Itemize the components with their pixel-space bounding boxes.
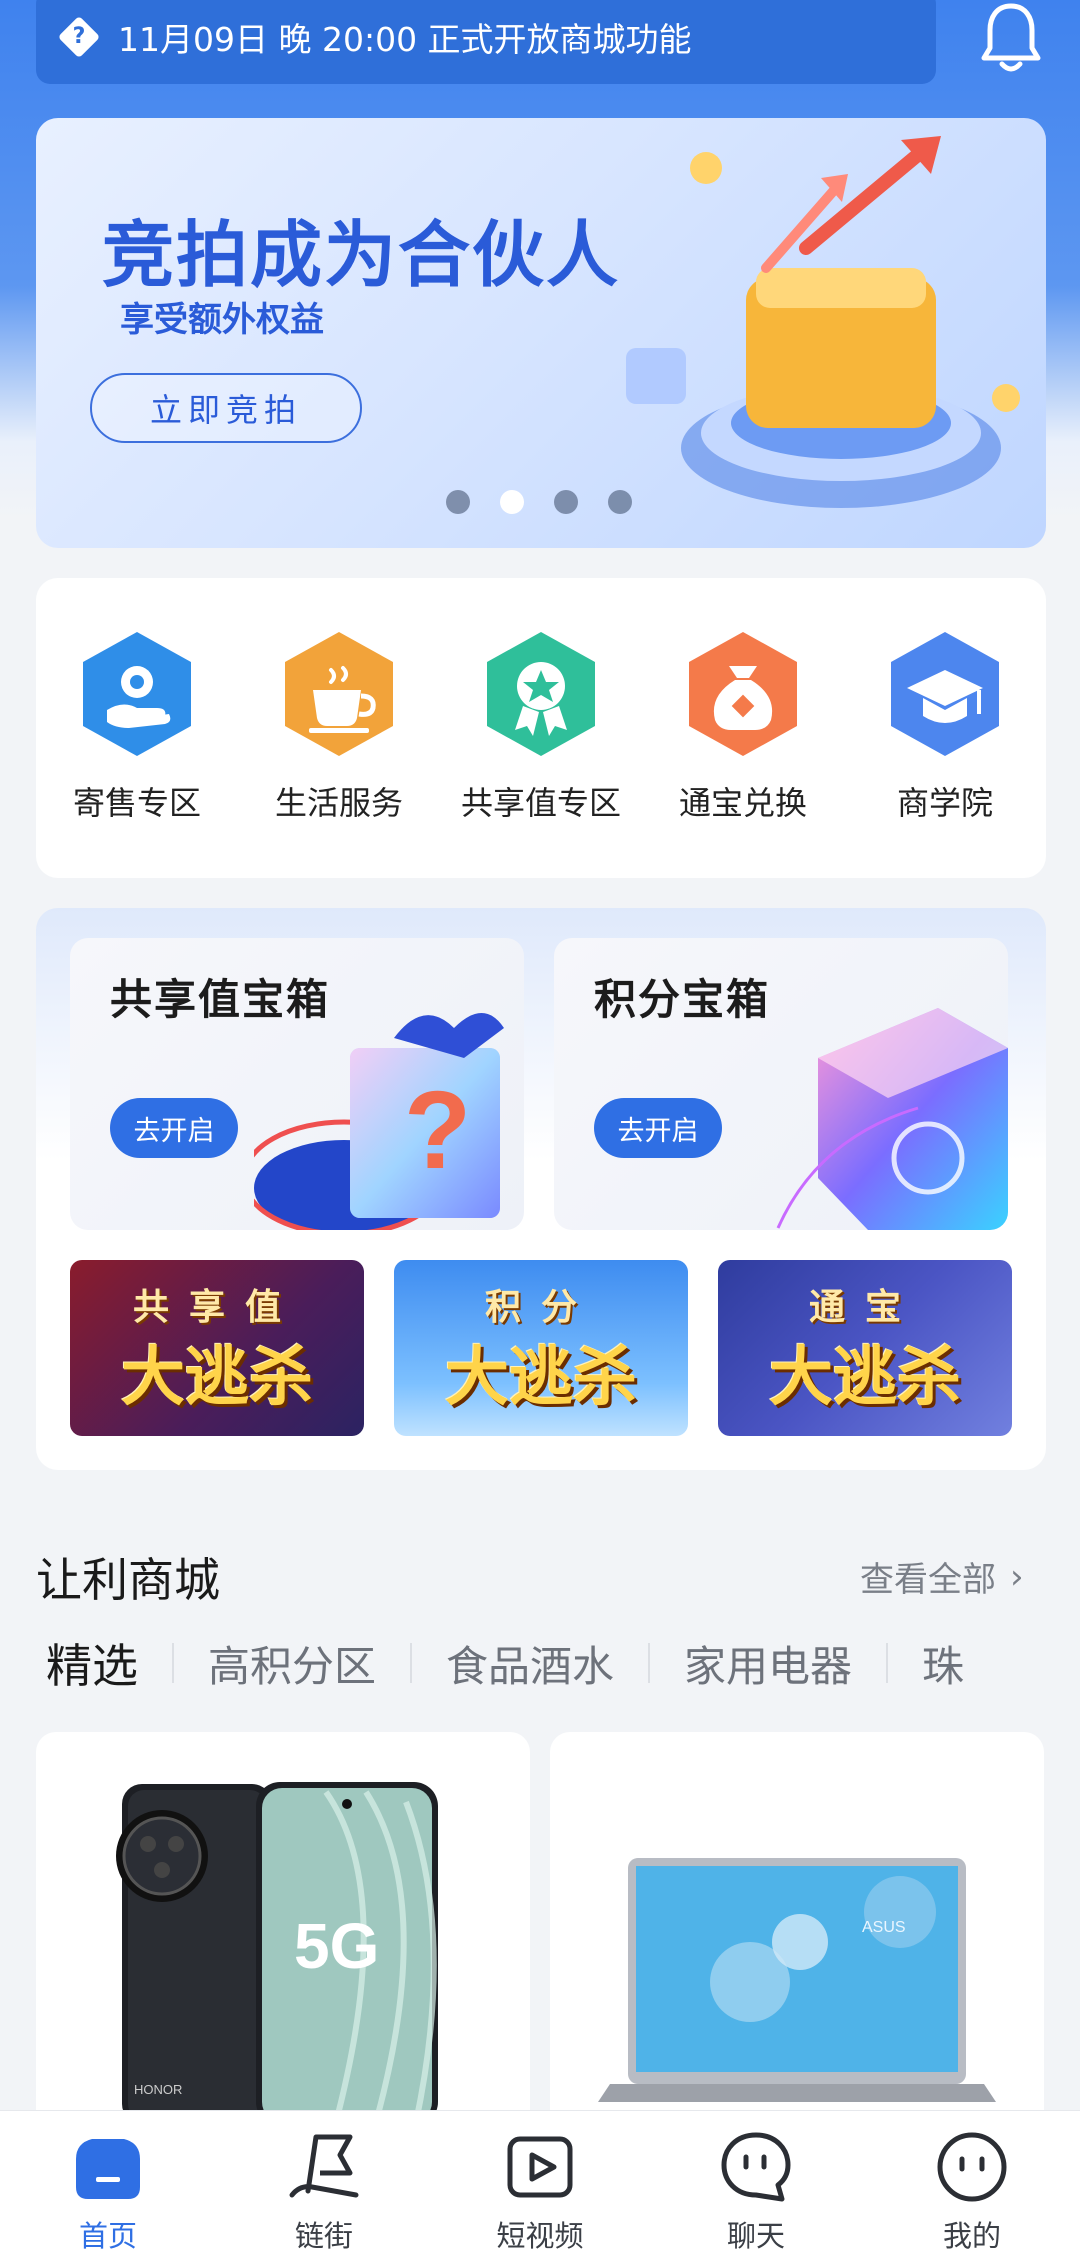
nav-label: 链街 bbox=[294, 2219, 353, 2253]
nav-label: 短视频 bbox=[496, 2219, 584, 2253]
nav-home[interactable]: 首页 bbox=[8, 2129, 208, 2262]
sale-main-text: 大逃杀 bbox=[769, 1341, 961, 1415]
tab-high-points[interactable]: 高积分区 bbox=[174, 1633, 410, 1694]
treasure-section: 共享值宝箱 去开启 ? 积分宝箱 去开启 共享值 大逃杀 积分 大逃杀 通宝 大… bbox=[36, 908, 1046, 1470]
tab-featured[interactable]: 精选 bbox=[0, 1630, 172, 1696]
shared-value-battle-banner[interactable]: 共享值 大逃杀 bbox=[70, 1260, 364, 1436]
chat-bubble-icon bbox=[721, 2132, 791, 2202]
announcement-text: 11月09日 晚 20:00 正式开放商城功能 bbox=[118, 20, 692, 59]
bottom-navigation: 首页 链街 短视频 聊天 我的 bbox=[0, 2110, 1080, 2262]
service-label: 生活服务 bbox=[274, 784, 403, 822]
open-chest-button[interactable]: 去开启 bbox=[594, 1098, 722, 1158]
sale-main-text: 大逃杀 bbox=[445, 1341, 637, 1415]
banner-title: 竞拍成为合伙人 bbox=[102, 213, 621, 297]
nav-chat[interactable]: 聊天 bbox=[656, 2129, 856, 2262]
service-shared-value[interactable]: 共享值专区 bbox=[451, 630, 631, 824]
nav-label: 首页 bbox=[78, 2219, 137, 2253]
money-bag-icon bbox=[689, 632, 797, 756]
tongbao-battle-banner[interactable]: 通宝 大逃杀 bbox=[718, 1260, 1012, 1436]
shared-value-chest-card[interactable]: 共享值宝箱 去开启 ? bbox=[70, 938, 524, 1230]
brand-text: HONOR bbox=[134, 2082, 182, 2097]
chevron-right-icon: › bbox=[1010, 1556, 1024, 1597]
product-card[interactable]: HONOR 5G bbox=[36, 1732, 530, 2132]
nav-label: 我的 bbox=[942, 2219, 1001, 2253]
banner-subtitle: 享受额外权益 bbox=[120, 300, 324, 340]
service-tongbao-exchange[interactable]: 通宝兑换 bbox=[653, 630, 833, 824]
coffee-cup-icon bbox=[285, 632, 393, 756]
open-chest-button[interactable]: 去开启 bbox=[110, 1098, 238, 1158]
service-consignment[interactable]: 寄售专区 bbox=[47, 630, 227, 824]
home-icon bbox=[76, 2139, 140, 2199]
pagination-dot[interactable] bbox=[608, 490, 632, 514]
sale-top-text: 通宝 bbox=[808, 1287, 921, 1328]
view-all-link[interactable]: 查看全部 › bbox=[860, 1552, 1024, 1601]
sale-top-text: 共享值 bbox=[132, 1287, 301, 1328]
graduation-cap-icon bbox=[891, 632, 999, 756]
announcement-bar[interactable]: 11月09日 晚 20:00 正式开放商城功能 bbox=[36, 0, 936, 84]
sale-top-text: 积分 bbox=[484, 1287, 597, 1328]
sale-main-text: 大逃杀 bbox=[121, 1341, 313, 1415]
mall-section-title: 让利商城 bbox=[36, 1553, 220, 1607]
service-business-school[interactable]: 商学院 bbox=[855, 630, 1035, 824]
phone-product-image: HONOR 5G bbox=[116, 1782, 438, 2126]
laptop-product-image: ASUS bbox=[598, 1858, 996, 2102]
cube-illustration bbox=[776, 1008, 1008, 1230]
tab-home-appliances[interactable]: 家用电器 bbox=[650, 1633, 886, 1694]
bid-now-button[interactable]: 立即竞拍 bbox=[90, 373, 362, 443]
mall-category-tabs: 精选 高积分区 食品酒水 家用电器 珠 bbox=[0, 1628, 1080, 1698]
profile-face-icon bbox=[937, 2132, 1007, 2202]
nav-chain-street[interactable]: 链街 bbox=[224, 2129, 424, 2262]
brand-text: ASUS bbox=[862, 1919, 906, 1936]
video-play-icon bbox=[507, 2136, 573, 2198]
product-card[interactable]: ASUS bbox=[550, 1732, 1044, 2132]
points-battle-banner[interactable]: 积分 大逃杀 bbox=[394, 1260, 688, 1436]
hand-coin-icon bbox=[83, 632, 191, 756]
5g-text: 5G bbox=[294, 1910, 379, 1982]
notice-diamond-icon bbox=[57, 15, 101, 59]
flag-icon bbox=[289, 2134, 359, 2198]
tab-food-drinks[interactable]: 食品酒水 bbox=[412, 1633, 648, 1694]
nav-short-video[interactable]: 短视频 bbox=[440, 2129, 640, 2262]
nav-mine[interactable]: 我的 bbox=[872, 2129, 1072, 2262]
svg-text:?: ? bbox=[404, 1069, 471, 1192]
points-chest-card[interactable]: 积分宝箱 去开启 bbox=[554, 938, 1008, 1230]
service-label: 通宝兑换 bbox=[678, 784, 807, 822]
service-life[interactable]: 生活服务 bbox=[249, 630, 429, 824]
nav-label: 聊天 bbox=[726, 2219, 785, 2253]
pagination-dot[interactable] bbox=[446, 490, 470, 514]
view-all-label: 查看全部 bbox=[860, 1560, 996, 1600]
tab-jewelry[interactable]: 珠 bbox=[888, 1633, 998, 1694]
gift-box-illustration: ? bbox=[254, 1013, 504, 1230]
service-label: 共享值专区 bbox=[460, 784, 621, 822]
service-label: 寄售专区 bbox=[72, 784, 201, 822]
banner-pagination bbox=[446, 490, 632, 514]
bell-icon[interactable] bbox=[978, 0, 1044, 76]
medal-star-icon bbox=[487, 632, 595, 756]
service-label: 商学院 bbox=[896, 784, 993, 822]
promo-banner[interactable]: 竞拍成为合伙人 享受额外权益 立即竞拍 bbox=[36, 118, 1046, 548]
wallet-illustration bbox=[626, 136, 1020, 508]
pagination-dot-active[interactable] bbox=[500, 490, 524, 514]
pagination-dot[interactable] bbox=[554, 490, 578, 514]
service-grid: 寄售专区 生活服务 共享值专区 通宝兑换 商学院 bbox=[36, 578, 1046, 878]
